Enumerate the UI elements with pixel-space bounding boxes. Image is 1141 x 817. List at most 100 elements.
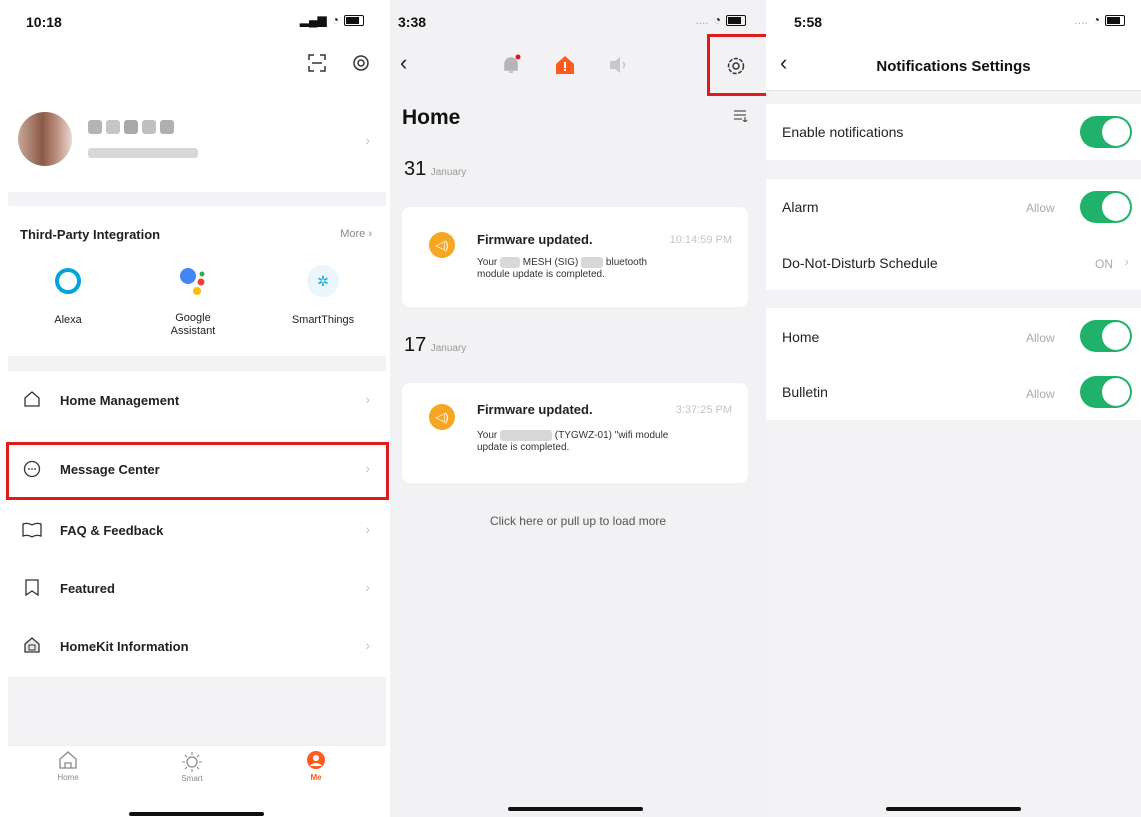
- status-bar: 5:58 .... ◔: [766, 0, 1141, 40]
- message-center-highlight: [6, 442, 389, 500]
- filter-list-icon[interactable]: [734, 110, 748, 122]
- dnd-schedule-row[interactable]: Do-Not-Disturb Schedule ON ›: [766, 235, 1141, 291]
- profile-subtitle-redacted: [88, 148, 198, 158]
- tab-home[interactable]: Home: [48, 750, 88, 782]
- alerts-group: Alarm Allow Do-Not-Disturb Schedule ON ›: [766, 179, 1141, 290]
- bookmark-icon: [25, 579, 39, 596]
- tab-bar: Home Smart Me: [8, 745, 386, 817]
- notification-body: Your MESH (SIG) bluetooth module update …: [477, 257, 648, 281]
- alexa-icon: [55, 268, 81, 294]
- wifi-icon: ◔: [1092, 13, 1100, 27]
- sun-icon: [182, 752, 202, 772]
- wifi-icon: ◔: [713, 13, 721, 27]
- profile-name-redacted: [88, 120, 174, 134]
- integration-smartthings[interactable]: ✲ SmartThings: [278, 260, 368, 326]
- tab-label: Home: [57, 773, 79, 782]
- signal-icon: ....: [1074, 13, 1088, 27]
- bell-icon[interactable]: [500, 54, 522, 76]
- notification-time: 3:37:25 PM: [675, 404, 732, 416]
- chevron-right-icon: ›: [365, 637, 370, 653]
- tab-me[interactable]: Me: [296, 750, 336, 782]
- date-day: 31: [404, 158, 427, 180]
- notification-time: 10:14:59 PM: [669, 234, 732, 246]
- signal-icon: ....: [695, 13, 709, 27]
- battery-icon: [726, 14, 746, 26]
- menu-item-home-management[interactable]: Home Management ›: [8, 371, 386, 429]
- menu-item-featured[interactable]: Featured ›: [8, 559, 386, 617]
- notification-settings-screen: 5:58 .... ◔ ‹ Notifications Settings Ena…: [766, 0, 1141, 817]
- enable-label: Enable notifications: [782, 124, 904, 140]
- settings-highlight: [707, 34, 769, 96]
- message-center-screen: 3:38 .... ◔ ‹ Home 31 January ◁) Firmwar…: [390, 0, 766, 817]
- home-value: Allow: [1026, 331, 1055, 345]
- chevron-right-icon: ›: [365, 391, 370, 407]
- menu-label: Featured: [60, 581, 115, 596]
- status-time: 10:18: [26, 14, 62, 30]
- avatar[interactable]: [18, 112, 72, 166]
- notification-card[interactable]: ◁) Firmware updated. 3:37:25 PM Your (TY…: [402, 383, 748, 483]
- bulletin-row[interactable]: Bulletin Allow: [766, 364, 1141, 420]
- chevron-right-icon: ›: [1124, 253, 1129, 269]
- scan-icon[interactable]: [308, 54, 326, 72]
- signal-icon: ▂▄▆: [299, 13, 327, 27]
- page-title: Notifications Settings: [876, 58, 1031, 75]
- integration-label: SmartThings: [291, 314, 355, 326]
- tab-label: Smart: [181, 774, 203, 783]
- status-time: 3:38: [398, 14, 427, 30]
- tab-label: Me: [310, 773, 322, 782]
- wifi-icon: ◔: [331, 13, 339, 27]
- status-icons: ▂▄▆ ◔: [300, 13, 364, 27]
- date-month: January: [430, 343, 467, 354]
- home-alert-icon[interactable]: [554, 54, 576, 76]
- chevron-right-icon: ›: [365, 579, 370, 595]
- home-indicator: [886, 807, 1021, 811]
- home-label: Home: [782, 329, 820, 345]
- bulletin-toggle[interactable]: [1080, 376, 1132, 408]
- house-outline-icon: [24, 391, 40, 407]
- speaker-icon[interactable]: [608, 56, 630, 74]
- status-time: 5:58: [794, 14, 823, 30]
- home-row[interactable]: Home Allow: [766, 308, 1141, 364]
- homekit-icon: [24, 637, 40, 653]
- chevron-right-icon: ›: [368, 228, 372, 240]
- status-icons: .... ◔: [695, 13, 746, 27]
- menu-item-faq-feedback[interactable]: FAQ & Feedback ›: [8, 501, 386, 559]
- menu-label: FAQ & Feedback: [60, 523, 164, 538]
- home-indicator: [508, 807, 643, 811]
- bulletin-label: Bulletin: [782, 384, 828, 400]
- alarm-row[interactable]: Alarm Allow: [766, 179, 1141, 235]
- menu-label: Home Management: [60, 393, 180, 408]
- more-link[interactable]: More ›: [340, 228, 372, 240]
- alarm-label: Alarm: [782, 199, 819, 215]
- book-icon: [22, 522, 42, 538]
- menu-item-homekit-information[interactable]: HomeKit Information ›: [8, 617, 386, 675]
- load-more-link[interactable]: Click here or pull up to load more: [390, 514, 766, 528]
- dnd-value: ON: [1095, 257, 1113, 271]
- status-icons: .... ◔: [1074, 13, 1125, 27]
- notification-card[interactable]: ◁) Firmware updated. 10:14:59 PM Your ME…: [402, 207, 748, 307]
- home-toggle[interactable]: [1080, 320, 1132, 352]
- tab-smart[interactable]: Smart: [172, 750, 212, 783]
- third-party-title: Third-Party Integration: [20, 227, 161, 242]
- settings-gear-icon[interactable]: [352, 54, 370, 72]
- status-bar: 10:18 ▂▄▆ ◔: [8, 0, 386, 40]
- menu-list: Home Management › Message Center › FAQ &…: [8, 371, 386, 677]
- enable-notifications-row: Enable notifications: [766, 104, 1141, 160]
- alarm-toggle[interactable]: [1080, 191, 1132, 223]
- alarm-value: Allow: [1026, 201, 1055, 215]
- enable-notifications-toggle[interactable]: [1080, 116, 1132, 148]
- integration-label: Google Assistant: [170, 312, 216, 337]
- notification-speaker-icon: ◁): [429, 404, 455, 430]
- google-assistant-icon: [180, 268, 205, 295]
- integration-alexa[interactable]: Alexa: [38, 260, 98, 326]
- date-day: 17: [404, 334, 427, 356]
- dnd-label: Do-Not-Disturb Schedule: [782, 255, 938, 271]
- notification-title: Firmware updated.: [477, 232, 593, 247]
- home-tab-icon: [59, 751, 77, 769]
- integration-google-assistant[interactable]: Google Assistant: [158, 260, 228, 338]
- profile-chevron-icon: ›: [365, 132, 370, 148]
- date-header: 31 January: [404, 158, 466, 181]
- back-icon[interactable]: ‹: [400, 50, 407, 76]
- bulletin-value: Allow: [1026, 387, 1055, 401]
- notification-speaker-icon: ◁): [429, 232, 455, 258]
